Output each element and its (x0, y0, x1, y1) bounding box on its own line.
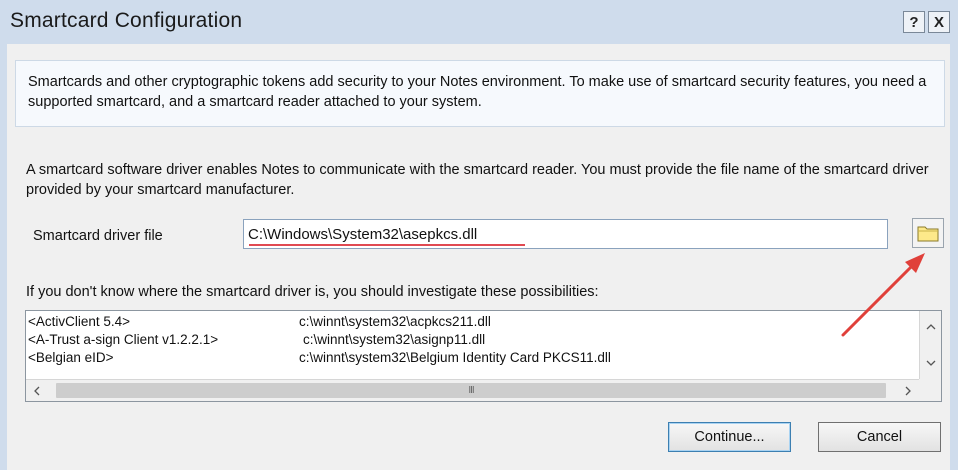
continue-button[interactable]: Continue... (668, 422, 791, 452)
list-item-name: <Belgian eID> (28, 350, 114, 365)
chevron-right-icon (905, 386, 911, 395)
cancel-button[interactable]: Cancel (818, 422, 941, 452)
scroll-up-button[interactable] (920, 317, 941, 337)
possibilities-label: If you don't know where the smartcard dr… (26, 284, 599, 300)
scroll-left-button[interactable] (26, 380, 48, 401)
chevron-up-icon (926, 324, 935, 330)
driver-description: A smartcard software driver enables Note… (26, 162, 929, 198)
driver-list[interactable]: <ActivClient 5.4> c:\winnt\system32\acpk… (25, 310, 942, 402)
title-bar: Smartcard Configuration ? X (0, 0, 958, 44)
chevron-down-icon (926, 360, 935, 366)
close-button[interactable]: X (928, 11, 950, 33)
window-title: Smartcard Configuration (10, 9, 243, 32)
folder-icon (917, 226, 939, 242)
chevron-left-icon (34, 386, 40, 395)
driver-file-label: Smartcard driver file (33, 228, 163, 244)
list-item-path: c:\winnt\system32\Belgium Identity Card … (299, 350, 611, 365)
info-panel: Smartcards and other cryptographic token… (15, 60, 945, 127)
info-text: Smartcards and other cryptographic token… (28, 74, 927, 110)
list-item-name: <ActivClient 5.4> (28, 314, 131, 329)
scroll-right-button[interactable] (897, 380, 919, 401)
list-item-path: c:\winnt\system32\acpkcs211.dll (299, 314, 491, 329)
scroll-thumb[interactable]: III (56, 383, 886, 398)
browse-button[interactable] (912, 218, 944, 248)
scroll-corner (919, 379, 941, 401)
help-button[interactable]: ? (903, 11, 925, 33)
vertical-scrollbar[interactable] (919, 311, 941, 379)
horizontal-scrollbar[interactable]: III (26, 379, 919, 401)
list-item-path: c:\winnt\system32\asignp11.dll (303, 332, 486, 347)
list-item-name: <A-Trust a-sign Client v1.2.2.1> (28, 332, 219, 347)
value-underline-annotation (249, 244, 525, 246)
scroll-down-button[interactable] (920, 353, 941, 373)
